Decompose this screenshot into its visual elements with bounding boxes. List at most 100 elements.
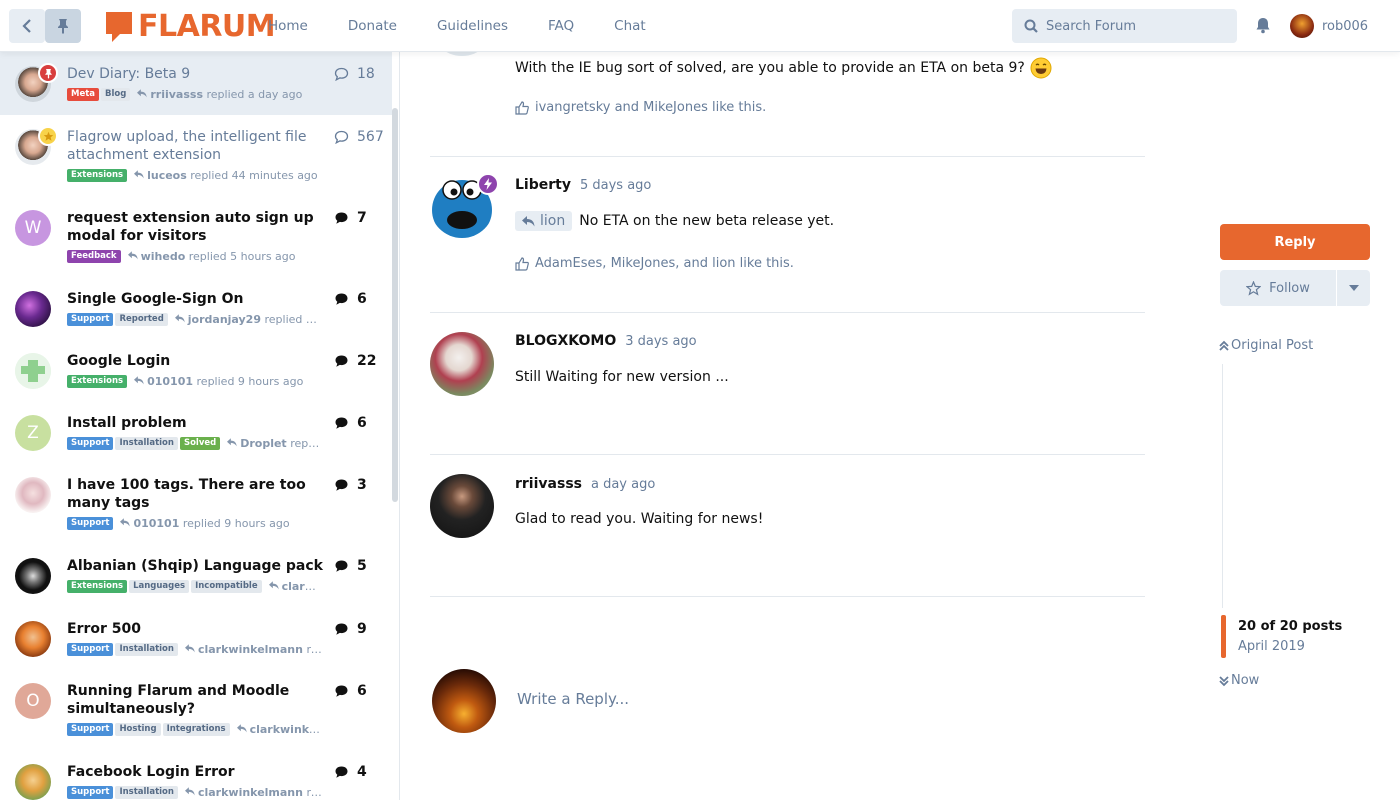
post-username[interactable]: BLOGXKOMO [515, 333, 616, 349]
tag-label[interactable]: Support [67, 312, 114, 326]
original-post-link[interactable]: Original Post [1219, 338, 1313, 353]
flarum-logo[interactable]: FLARUM [106, 11, 276, 43]
last-reply-user[interactable]: 010101 [147, 375, 193, 388]
discussion-title[interactable]: Dev Diary: Beta 9 [67, 65, 327, 83]
tag-label[interactable]: Blog [101, 87, 131, 101]
last-reply-user[interactable]: 010101 [133, 517, 179, 530]
last-reply-user[interactable]: clarkwinkelmann [250, 723, 322, 736]
last-reply-user[interactable]: Droplet [240, 437, 286, 450]
discussion-avatar[interactable]: Z [15, 415, 51, 451]
discussion-title[interactable]: Facebook Login Error [67, 763, 327, 781]
tag-label[interactable]: Extensions [67, 579, 128, 593]
post-time[interactable]: 3 days ago [625, 334, 696, 349]
discussion-title[interactable]: Google Login [67, 352, 327, 370]
reply-count: 567 [334, 129, 384, 145]
back-button[interactable] [9, 9, 45, 43]
discussion-item[interactable]: Facebook Login Error Support Installation c… [0, 750, 392, 800]
pin-sidebar-button[interactable] [45, 9, 81, 43]
discussion-item[interactable]: O Running Flarum and Moodle simultaneousl… [0, 669, 392, 750]
discussion-title[interactable]: request extension auto sign up modal for… [67, 209, 327, 245]
tag-label[interactable]: Extensions [67, 374, 128, 388]
discussion-avatar[interactable] [15, 291, 51, 327]
discussion-title[interactable]: Error 500 [67, 620, 327, 638]
tag-label[interactable]: Support [67, 785, 114, 799]
tag-label[interactable]: Feedback [67, 249, 121, 263]
now-link[interactable]: Now [1219, 673, 1259, 688]
post-time[interactable]: 5 days ago [580, 178, 651, 193]
reply-count: 3 [334, 477, 367, 493]
notifications-button[interactable] [1255, 17, 1271, 38]
sidebar-scrollbar[interactable] [392, 108, 398, 502]
follow-button[interactable]: Follow [1220, 270, 1336, 306]
nav-home[interactable]: Home [268, 18, 308, 34]
discussion-item[interactable]: Wrequest extension auto sign up modal fo… [0, 196, 392, 277]
last-reply-user[interactable]: clarkwinkelmann [198, 786, 303, 799]
discussion-item[interactable]: Albanian (Shqip) Language pack Extensions… [0, 544, 392, 607]
post-likes[interactable]: AdamEses, MikeJones, and lion like this. [515, 256, 794, 271]
nav-guidelines[interactable]: Guidelines [437, 18, 508, 34]
discussion-avatar[interactable]: W [15, 210, 51, 246]
discussion-title[interactable]: Flagrow upload, the intelligent file att… [67, 128, 327, 164]
tag-label[interactable]: Incompatible [191, 579, 262, 593]
tag-label[interactable]: Support [67, 436, 114, 450]
tag-label[interactable]: Hosting [115, 722, 161, 736]
tag-label[interactable]: Integrations [162, 722, 230, 736]
tag-label[interactable]: Support [67, 642, 114, 656]
post-avatar[interactable] [430, 332, 494, 396]
tag-label[interactable]: Extensions [67, 168, 128, 182]
post-time[interactable]: a day ago [591, 477, 655, 492]
write-reply-placeholder[interactable]: Write a Reply... [517, 690, 629, 708]
post-body: With the IE bug sort of solved, are you … [515, 57, 1052, 79]
discussion-avatar[interactable] [15, 477, 51, 513]
tag-label[interactable]: Support [67, 516, 114, 530]
scrubber-track[interactable] [1222, 364, 1223, 608]
last-reply-user[interactable]: clarkwinkelmann [198, 643, 303, 656]
tag-label[interactable]: Languages [129, 579, 190, 593]
discussion-title[interactable]: Running Flarum and Moodle simultaneously… [67, 682, 327, 718]
discussion-item[interactable]: Flagrow upload, the intelligent file att… [0, 115, 392, 196]
post-mention[interactable]: lion [515, 211, 573, 231]
discussion-item[interactable]: Z Install problem Support Installation Solve… [0, 401, 392, 463]
last-reply-user[interactable]: luceos [147, 169, 187, 182]
search-input[interactable]: Search Forum [1012, 9, 1237, 43]
discussion-title[interactable]: Albanian (Shqip) Language pack [67, 557, 327, 575]
discussion-avatar[interactable] [15, 621, 51, 657]
discussion-avatar[interactable] [15, 558, 51, 594]
discussion-meta: SupportInstallation clarkwinkelmann repli… [67, 785, 322, 799]
discussion-avatar[interactable]: O [15, 683, 51, 719]
user-menu[interactable]: rob006 [1290, 14, 1368, 38]
tag-label[interactable]: Installation [115, 785, 178, 799]
discussion-title[interactable]: Single Google-Sign On [67, 290, 327, 308]
post-username[interactable]: rriivasss [515, 476, 582, 492]
last-reply-user[interactable]: rriivasss [150, 88, 203, 101]
discussion-item[interactable]: Single Google-Sign On Support Reported jord… [0, 277, 392, 339]
discussion-item[interactable]: Error 500 Support Installation clarkwinkelm… [0, 607, 392, 669]
discussion-title[interactable]: Install problem [67, 414, 327, 432]
tag-label[interactable]: Meta [67, 87, 100, 101]
nav-faq[interactable]: FAQ [548, 18, 574, 34]
follow-dropdown-button[interactable] [1337, 270, 1370, 306]
nav-chat[interactable]: Chat [614, 18, 646, 34]
caret-down-icon [1348, 285, 1359, 291]
post-username[interactable]: Liberty [515, 177, 571, 193]
post-avatar[interactable] [430, 474, 494, 538]
last-reply-user[interactable]: wihedo [141, 250, 186, 263]
discussion-item[interactable]: I have 100 tags. There are too many tags… [0, 463, 392, 544]
scrubber-handle[interactable] [1221, 615, 1226, 658]
discussion-avatar[interactable] [15, 764, 51, 800]
tag-label[interactable]: Reported [115, 312, 168, 326]
discussion-title[interactable]: I have 100 tags. There are too many tags [67, 476, 327, 512]
reply-button[interactable]: Reply [1220, 224, 1370, 260]
last-reply-user[interactable]: jordanjay29 [188, 313, 261, 326]
discussion-item[interactable]: Google Login Extensions 010101 replied 9 h… [0, 339, 392, 401]
tag-label[interactable]: Installation [115, 642, 178, 656]
last-reply-user[interactable]: clarkwinkelmann [282, 580, 322, 593]
reply-count-value: 18 [357, 66, 375, 82]
discussion-avatar[interactable] [15, 353, 51, 389]
discussion-item[interactable]: Dev Diary: Beta 9 Meta Blog rriivasss repli… [0, 52, 392, 115]
tag-label[interactable]: Solved [179, 436, 221, 450]
nav-donate[interactable]: Donate [348, 18, 397, 34]
post-likes[interactable]: ivangretsky and MikeJones like this. [515, 100, 766, 115]
tag-label[interactable]: Support [67, 722, 114, 736]
tag-label[interactable]: Installation [115, 436, 178, 450]
